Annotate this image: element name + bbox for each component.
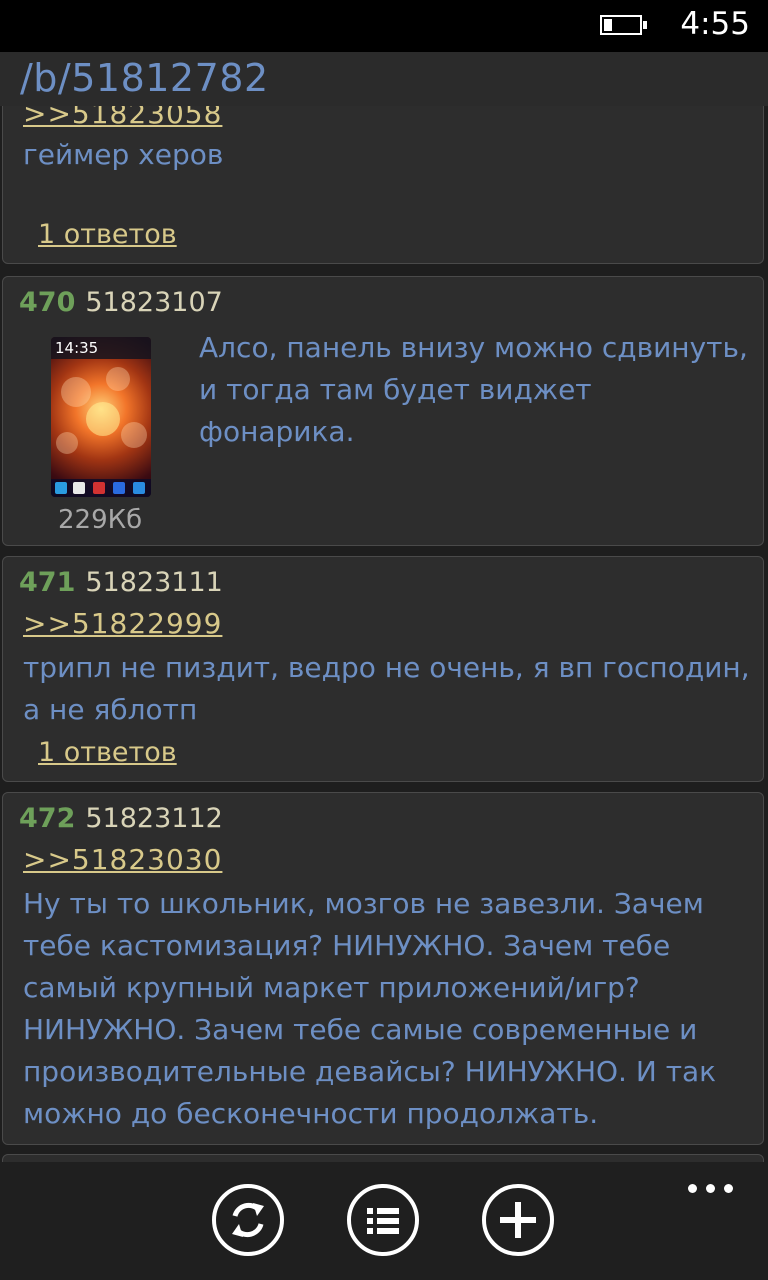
post-id: 51823111 bbox=[85, 567, 223, 598]
quote-link[interactable]: >>51822999 bbox=[23, 607, 222, 640]
refresh-icon bbox=[232, 1202, 264, 1238]
refresh-button[interactable] bbox=[212, 1184, 284, 1256]
thread-title: /b/51812782 bbox=[20, 56, 269, 100]
post-text: трипл не пиздит, ведро не очень, я вп го… bbox=[23, 651, 750, 726]
add-button[interactable] bbox=[482, 1184, 554, 1256]
post-card[interactable]: 472 51823112 >>51823030 Ну ты то школьник… bbox=[2, 792, 764, 1145]
post-text: Алсо, панель внизу можно сдвинуть, и тог… bbox=[199, 331, 748, 448]
post-id: 51823107 bbox=[85, 287, 223, 318]
post-number: 471 bbox=[19, 567, 76, 598]
post-id: 51823112 bbox=[85, 803, 223, 834]
app-bar bbox=[0, 1162, 768, 1280]
add-icon bbox=[500, 1202, 536, 1238]
post-header: 470 51823107 bbox=[19, 287, 223, 318]
post-text: Ну ты то школьник, мозгов не завезли. За… bbox=[23, 887, 717, 1130]
list-icon bbox=[367, 1208, 399, 1234]
post-header: 472 51823112 bbox=[19, 803, 223, 834]
post-card[interactable]: 470 51823107 14:35 229Кб Алсо, панель вни… bbox=[2, 276, 764, 546]
post-card[interactable] bbox=[2, 1154, 764, 1162]
post-number: 470 bbox=[19, 287, 76, 318]
thread-view[interactable]: /b/51812782 >>51823058 геймер херов 1 от… bbox=[0, 52, 768, 1162]
status-clock: 4:55 bbox=[680, 6, 750, 42]
battery-icon bbox=[600, 15, 647, 35]
list-button[interactable] bbox=[347, 1184, 419, 1256]
quote-link[interactable]: >>51823030 bbox=[23, 843, 222, 876]
more-icon[interactable] bbox=[686, 1182, 736, 1198]
thumb-clock: 14:35 bbox=[55, 339, 99, 357]
post-card[interactable]: 471 51823111 >>51822999 трипл не пиздит, … bbox=[2, 556, 764, 782]
status-bar: 4:55 bbox=[0, 0, 768, 52]
attachment-size: 229Кб bbox=[58, 505, 143, 535]
attachment-thumbnail[interactable]: 14:35 bbox=[51, 337, 151, 497]
replies-link[interactable]: 1 ответов bbox=[38, 219, 177, 250]
post-number: 472 bbox=[19, 803, 76, 834]
post-header: 471 51823111 bbox=[19, 567, 223, 598]
title-bar: /b/51812782 bbox=[0, 52, 768, 106]
replies-link[interactable]: 1 ответов bbox=[38, 737, 177, 768]
post-text: геймер херов bbox=[23, 138, 224, 171]
